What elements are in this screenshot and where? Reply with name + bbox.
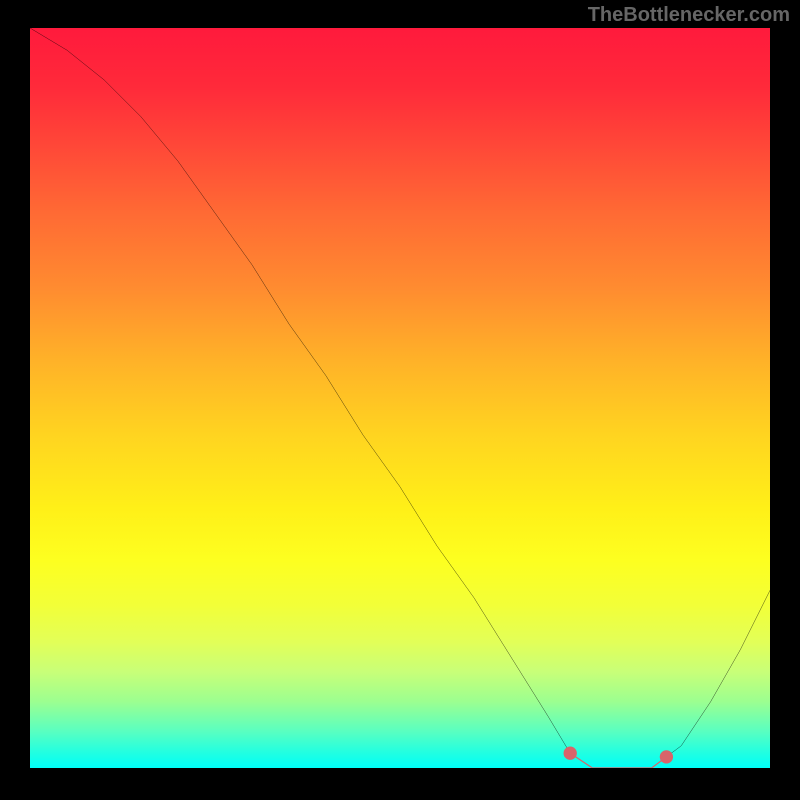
bottleneck-curve-path	[30, 28, 770, 768]
plot-area	[30, 28, 770, 768]
highlight-dot	[660, 750, 673, 763]
highlight-dot	[564, 747, 577, 760]
chart-svg	[30, 28, 770, 768]
chart-container: TheBottlenecker.com	[0, 0, 800, 800]
optimal-range-dots	[564, 747, 674, 764]
optimal-range-highlight	[570, 753, 666, 768]
watermark-text: TheBottlenecker.com	[588, 4, 790, 27]
